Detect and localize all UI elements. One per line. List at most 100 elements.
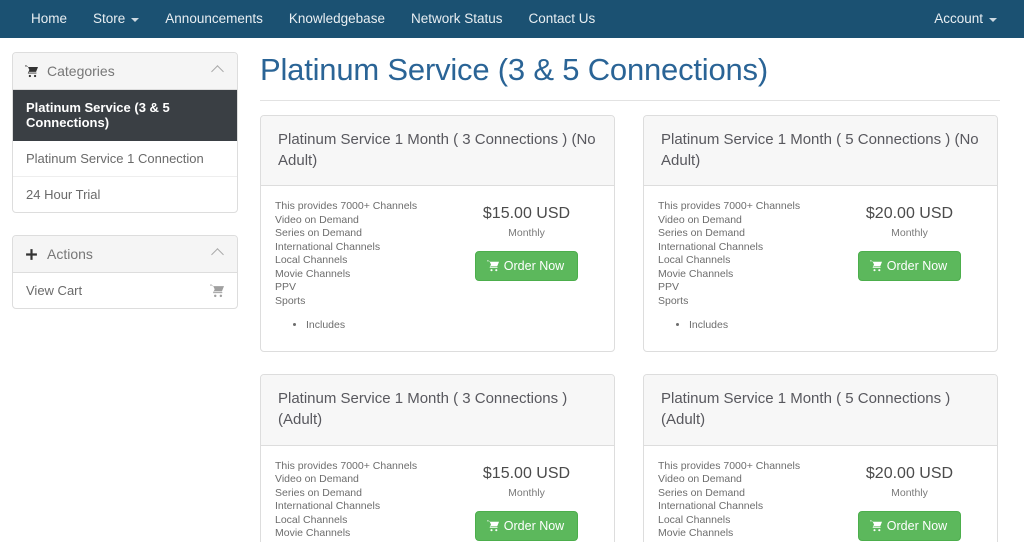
order-now-button[interactable]: Order Now [857, 251, 962, 282]
cart-icon [869, 260, 882, 272]
product-body: This provides 7000+ Channels Video on Dem… [261, 446, 614, 542]
nav-item-store[interactable]: Store [80, 0, 152, 38]
sidebar-item-platinum-service-3-5-connections-[interactable]: Platinum Service (3 & 5 Connections) [13, 90, 237, 141]
feature-line: International Channels [658, 500, 764, 513]
nav-item-account[interactable]: Account [921, 0, 1010, 38]
product-price: $15.00 USD [482, 205, 571, 223]
product-description: This provides 7000+ Channels Video on Dem… [275, 200, 455, 333]
nav-item-label: Announcements [165, 11, 263, 26]
sidebar-item-platinum-service-1-connection[interactable]: Platinum Service 1 Connection [13, 141, 237, 177]
feature-line: International Channels [275, 500, 381, 513]
panel-header-categories[interactable]: Categories [13, 53, 237, 90]
product-grid: Platinum Service 1 Month ( 3 Connections… [260, 114, 1000, 542]
product-name: Platinum Service 1 Month ( 5 Connections… [644, 375, 997, 446]
feature-line: Movie Channels [658, 527, 734, 540]
feature-line: Series on Demand [658, 486, 745, 499]
cart-icon [869, 520, 882, 532]
product-card: Platinum Service 1 Month ( 5 Connections… [643, 114, 998, 353]
feature-line: PPV [275, 281, 297, 294]
chevron-up-icon[interactable] [211, 64, 224, 78]
product-name: Platinum Service 1 Month ( 3 Connections… [261, 115, 614, 187]
main-content: Platinum Service (3 & 5 Connections) Pla… [238, 52, 1012, 542]
feature-line: Sports [658, 294, 689, 307]
nav-item-label: Store [93, 11, 126, 26]
feature-line: Video on Demand [275, 213, 359, 226]
panel-title: Categories [47, 63, 115, 79]
billing-cycle: Monthly [508, 486, 545, 499]
product-pricing: $15.00 USD Monthly Order Now [455, 460, 598, 542]
sidebar-item-label: 24 Hour Trial [26, 187, 101, 202]
cart-icon [486, 260, 499, 272]
sidebar-item-24-hour-trial[interactable]: 24 Hour Trial [13, 177, 237, 212]
feature-bullet-list: Includes [658, 319, 832, 333]
feature-line: Movie Channels [275, 267, 351, 280]
nav-item-home[interactable]: Home [18, 0, 80, 38]
product-card: Platinum Service 1 Month ( 3 Connections… [260, 374, 615, 542]
feature-line: Local Channels [658, 513, 731, 526]
nav-item-contact-us[interactable]: Contact Us [516, 0, 609, 38]
order-now-label: Order Now [503, 259, 565, 274]
product-description: This provides 7000+ Channels Video on Dem… [275, 460, 455, 542]
feature-line: This provides 7000+ Channels [658, 459, 801, 472]
nav-item-label: Contact Us [528, 11, 596, 26]
product-name: Platinum Service 1 Month ( 3 Connections… [261, 375, 614, 446]
sidebar-item-label: Platinum Service 1 Connection [26, 151, 204, 166]
feature-line: Series on Demand [658, 227, 745, 240]
feature-line: Series on Demand [275, 486, 362, 499]
product-card: Platinum Service 1 Month ( 3 Connections… [260, 114, 615, 353]
feature-line: This provides 7000+ Channels [275, 459, 418, 472]
feature-line: International Channels [275, 240, 381, 253]
product-card: Platinum Service 1 Month ( 5 Connections… [643, 374, 998, 542]
nav-item-label: Home [31, 11, 68, 26]
product-price: $15.00 USD [482, 464, 571, 482]
panel-header-actions[interactable]: Actions [13, 236, 237, 273]
product-pricing: $20.00 USD Monthly Order Now [838, 460, 981, 542]
feature-line: Local Channels [275, 254, 348, 267]
page-title: Platinum Service (3 & 5 Connections) [260, 52, 768, 87]
billing-cycle: Monthly [891, 227, 928, 240]
feature-line: This provides 7000+ Channels [275, 200, 418, 213]
feature-line: Movie Channels [658, 267, 734, 280]
feature-bullet-list: Includes [275, 319, 449, 333]
order-now-button[interactable]: Order Now [474, 251, 579, 282]
product-price: $20.00 USD [865, 205, 954, 223]
cart-icon [486, 520, 499, 532]
order-now-label: Order Now [503, 518, 565, 533]
cart-icon [210, 284, 224, 298]
panel-list-actions: View Cart [13, 273, 237, 308]
chevron-up-icon[interactable] [211, 247, 224, 261]
navbar-primary-links: Home Store Announcements Knowledgebase Netwo… [18, 0, 608, 38]
feature-line: Video on Demand [275, 473, 359, 486]
product-body: This provides 7000+ Channels Video on Dem… [261, 186, 614, 351]
sidebar-item-label: Platinum Service (3 & 5 Connections) [26, 100, 170, 130]
nav-item-label: Knowledgebase [288, 11, 385, 26]
nav-item-knowledgebase[interactable]: Knowledgebase [276, 0, 398, 38]
nav-item-announcements[interactable]: Announcements [152, 0, 276, 38]
sidebar: Categories Platinum Service (3 & 5 Connec… [12, 52, 238, 542]
top-navbar: Home Store Announcements Knowledgebase Netwo… [0, 0, 1024, 38]
product-body: This provides 7000+ Channels Video on Dem… [644, 186, 997, 351]
title-divider [260, 99, 1000, 101]
navbar-account-links: Account [921, 0, 1010, 38]
feature-line: Movie Channels [275, 527, 351, 540]
product-name: Platinum Service 1 Month ( 5 Connections… [644, 115, 997, 187]
sidebar-item-view-cart[interactable]: View Cart [13, 273, 237, 308]
feature-line: Video on Demand [658, 213, 742, 226]
feature-line: Video on Demand [658, 473, 742, 486]
product-description: This provides 7000+ Channels Video on Dem… [658, 200, 838, 333]
order-now-label: Order Now [886, 518, 948, 533]
feature-bullet: Includes [306, 319, 449, 333]
order-now-button[interactable]: Order Now [474, 510, 579, 541]
product-description: This provides 7000+ Channels Video on Dem… [658, 460, 838, 542]
feature-bullet: Includes [689, 319, 832, 333]
feature-line: PPV [658, 281, 680, 294]
feature-line: International Channels [658, 240, 764, 253]
chevron-down-icon [989, 18, 997, 22]
feature-line: Local Channels [275, 513, 348, 526]
nav-item-network-status[interactable]: Network Status [398, 0, 516, 38]
billing-cycle: Monthly [891, 486, 928, 499]
order-now-button[interactable]: Order Now [857, 510, 962, 541]
page-container: Categories Platinum Service (3 & 5 Connec… [0, 38, 1024, 542]
feature-line: Sports [275, 294, 306, 307]
feature-line: This provides 7000+ Channels [658, 200, 801, 213]
